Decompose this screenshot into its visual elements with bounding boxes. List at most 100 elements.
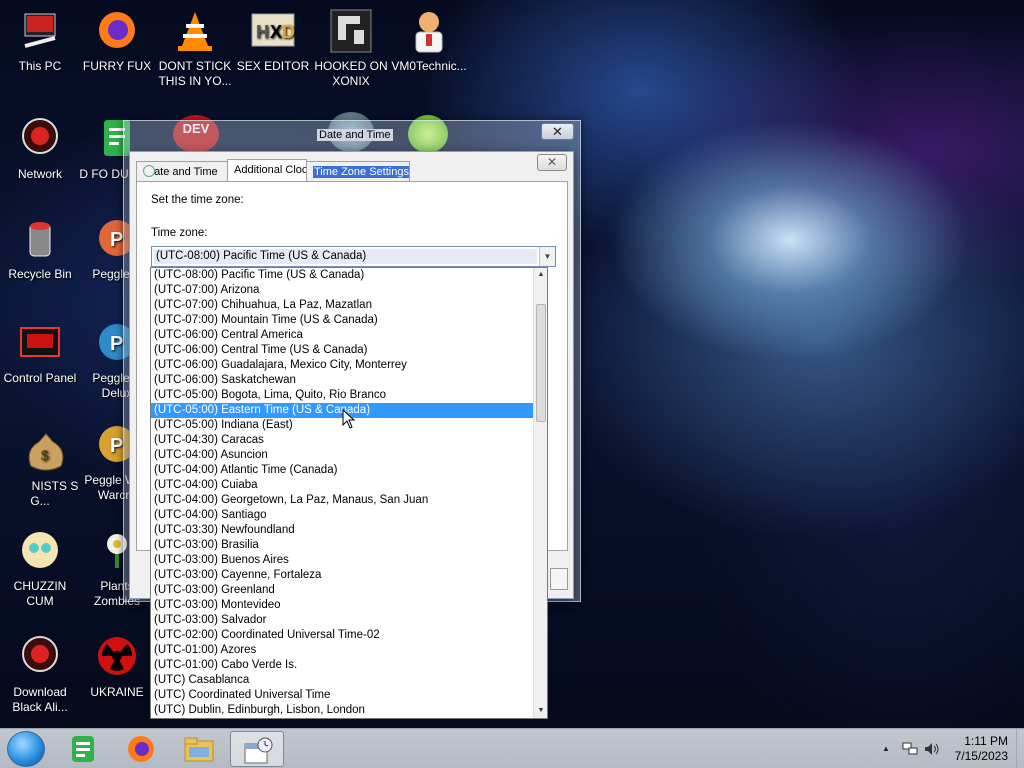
dropdown-item[interactable]: (UTC-03:00) Salvador xyxy=(151,613,533,628)
desktop-icon-this-pc[interactable]: This PC xyxy=(1,8,79,74)
desktop-icon-label: UKRAINE xyxy=(90,685,144,699)
desktop-icon-network[interactable]: Network xyxy=(1,116,79,182)
date-time-icon xyxy=(244,737,273,764)
dropdown-item[interactable]: (UTC-06:00) Saskatchewan xyxy=(151,373,533,388)
money-bag-icon: $ xyxy=(23,428,69,474)
dropdown-item[interactable]: (UTC-03:00) Brasilia xyxy=(151,538,533,553)
dropdown-item[interactable]: (UTC-03:00) Cayenne, Fortaleza xyxy=(151,568,533,583)
taskbar-app-notes[interactable] xyxy=(56,731,110,767)
desktop-icon-hooked-on-xonix[interactable]: HOOKED ON XONIX xyxy=(312,8,390,89)
tab-additional-clocks[interactable]: Additional Cloc xyxy=(227,159,307,181)
dialog-button[interactable] xyxy=(550,568,568,590)
desktop-icon-dont-stick[interactable]: DONT STICK THIS IN YO... xyxy=(156,8,234,89)
desktop-icon-label: CHUZZIN CUM xyxy=(13,579,67,608)
desktop-icon-label: Control Panel xyxy=(3,371,77,385)
desktop-icon-ukraine[interactable]: UKRAINE xyxy=(78,634,156,700)
tab-label-highlight: Time Zone Settings xyxy=(313,166,409,178)
tab-strip: ate and Time Additional Cloc Time Zone S… xyxy=(136,159,410,181)
network-tray-icon[interactable] xyxy=(902,742,918,756)
clock[interactable]: 1:11 PM 7/15/2023 xyxy=(955,734,1008,764)
game-icon xyxy=(328,8,374,54)
dropdown-item[interactable]: (UTC-03:00) Buenos Aires xyxy=(151,553,533,568)
firefox-icon xyxy=(94,8,140,54)
desktop-icon-chuzzin-cum[interactable]: CHUZZIN CUM xyxy=(1,528,79,609)
scroll-up-icon[interactable]: ▲ xyxy=(534,268,547,282)
dropdown-item[interactable]: (UTC-01:00) Azores xyxy=(151,643,533,658)
dropdown-item[interactable]: (UTC-07:00) Chihuahua, La Paz, Mazatlan xyxy=(151,298,533,313)
svg-text:D: D xyxy=(282,22,295,42)
computer-icon xyxy=(17,8,63,54)
dropdown-item[interactable]: (UTC-02:00) Coordinated Universal Time-0… xyxy=(151,628,533,643)
scroll-down-icon[interactable]: ▼ xyxy=(534,704,547,718)
dropdown-item[interactable]: (UTC-04:30) Caracas xyxy=(151,433,533,448)
doctor-icon xyxy=(406,8,452,54)
firefox-icon xyxy=(128,736,154,762)
desktop-icon-furry-fux[interactable]: FURRY FUX xyxy=(78,8,156,74)
desktop-icon-vm0technic[interactable]: VM0Technic... xyxy=(390,8,468,74)
svg-text:H: H xyxy=(256,22,269,42)
start-button[interactable] xyxy=(7,731,45,767)
dropdown-item[interactable]: (UTC-06:00) Central America xyxy=(151,328,533,343)
desktop-icon-nists[interactable]: $ NISTS S G... xyxy=(1,428,79,509)
dropdown-item[interactable]: (UTC-04:00) Cuiaba xyxy=(151,478,533,493)
desktop-icon-label: NISTS S G... xyxy=(30,479,79,508)
desktop-icon-label: DONT STICK THIS IN YO... xyxy=(158,59,232,88)
desktop-icon-label: FURRY FUX xyxy=(82,59,152,73)
tab-date-and-time[interactable]: ate and Time xyxy=(136,161,228,181)
volume-icon[interactable] xyxy=(924,742,940,756)
dropdown-item[interactable]: (UTC-03:30) Newfoundland xyxy=(151,523,533,538)
tab-label: Additional Cloc xyxy=(234,164,307,176)
svg-text:P: P xyxy=(110,435,123,457)
taskbar-app-firefox[interactable] xyxy=(114,731,168,767)
dropdown-item[interactable]: (UTC-04:00) Santiago xyxy=(151,508,533,523)
dropdown-item[interactable]: (UTC-06:00) Guadalajara, Mexico City, Mo… xyxy=(151,358,533,373)
dropdown-item[interactable]: (UTC) Coordinated Universal Time xyxy=(151,688,533,703)
tab-time-zone-settings[interactable]: Time Zone Settingse xyxy=(306,161,410,181)
dropdown-item[interactable]: (UTC-04:00) Atlantic Time (Canada) xyxy=(151,463,533,478)
taskbar-app-file-explorer[interactable] xyxy=(172,731,226,767)
desktop-icon-label: SEX EDITOR xyxy=(236,59,310,73)
dropdown-item[interactable]: (UTC-03:00) Greenland xyxy=(151,583,533,598)
show-hidden-icons-button[interactable]: ▲ xyxy=(882,744,890,753)
dropdown-item[interactable]: (UTC-05:00) Bogota, Lima, Quito, Rio Bra… xyxy=(151,388,533,403)
time-zone-label: Time zone: xyxy=(151,227,208,239)
dialog-close-button[interactable]: ✕ xyxy=(537,154,567,171)
time-zone-dropdown-list[interactable]: (UTC-08:00) Pacific Time (US & Canada) (U… xyxy=(150,267,548,719)
dropdown-item[interactable]: (UTC-07:00) Arizona xyxy=(151,283,533,298)
dropdown-scrollbar[interactable]: ▲ ▼ xyxy=(533,268,547,718)
tab-label: ate and Time xyxy=(154,166,218,178)
dropdown-item[interactable]: (UTC-08:00) Pacific Time (US & Canada) xyxy=(151,268,533,283)
radiation-icon xyxy=(94,634,140,680)
time-zone-select-value: (UTC-08:00) Pacific Time (US & Canada) xyxy=(154,249,537,264)
taskbar: ▲ 1:11 PM 7/15/2023 xyxy=(0,728,1024,768)
hxd-icon: HXD xyxy=(250,8,296,54)
desktop-icon-recycle-bin[interactable]: Recycle Bin xyxy=(1,216,79,282)
dropdown-item[interactable]: (UTC-04:00) Georgetown, La Paz, Manaus, … xyxy=(151,493,533,508)
desktop-icon-label: This PC xyxy=(18,59,62,73)
desktop-icon-label: Download Black Ali... xyxy=(12,685,68,714)
dropdown-item[interactable]: (UTC-07:00) Mountain Time (US & Canada) xyxy=(151,313,533,328)
dropdown-item[interactable]: (UTC-01:00) Cabo Verde Is. xyxy=(151,658,533,673)
network-icon xyxy=(17,116,63,162)
clock-time: 1:11 PM xyxy=(964,734,1008,748)
dropdown-item[interactable]: (UTC-04:00) Asuncion xyxy=(151,448,533,463)
vlc-icon xyxy=(172,8,218,54)
chevron-down-icon[interactable]: ▼ xyxy=(539,247,555,266)
dropdown-item[interactable]: (UTC-06:00) Central Time (US & Canada) xyxy=(151,343,533,358)
show-desktop-button[interactable] xyxy=(1016,729,1024,768)
dropdown-item[interactable]: (UTC) Dublin, Edinburgh, Lisbon, London xyxy=(151,703,533,718)
desktop-icon-control-panel[interactable]: Control Panel xyxy=(1,320,79,386)
notes-icon xyxy=(72,736,94,762)
svg-text:P: P xyxy=(110,333,123,355)
dropdown-item[interactable]: (UTC-03:00) Montevideo xyxy=(151,598,533,613)
desktop-icon-download-black[interactable]: Download Black Ali... xyxy=(1,634,79,715)
time-zone-select[interactable]: (UTC-08:00) Pacific Time (US & Canada) ▼ xyxy=(151,246,556,267)
scrollbar-thumb[interactable] xyxy=(536,304,546,422)
taskbar-app-date-time[interactable] xyxy=(230,731,284,767)
desktop-icon-label: Recycle Bin xyxy=(8,267,72,281)
svg-text:P: P xyxy=(110,229,123,251)
dropdown-item[interactable]: (UTC) Casablanca xyxy=(151,673,533,688)
desktop-icon-sex-editor[interactable]: HXD SEX EDITOR xyxy=(234,8,312,74)
download-icon xyxy=(17,634,63,680)
window-close-button[interactable]: ✕ xyxy=(541,123,574,140)
